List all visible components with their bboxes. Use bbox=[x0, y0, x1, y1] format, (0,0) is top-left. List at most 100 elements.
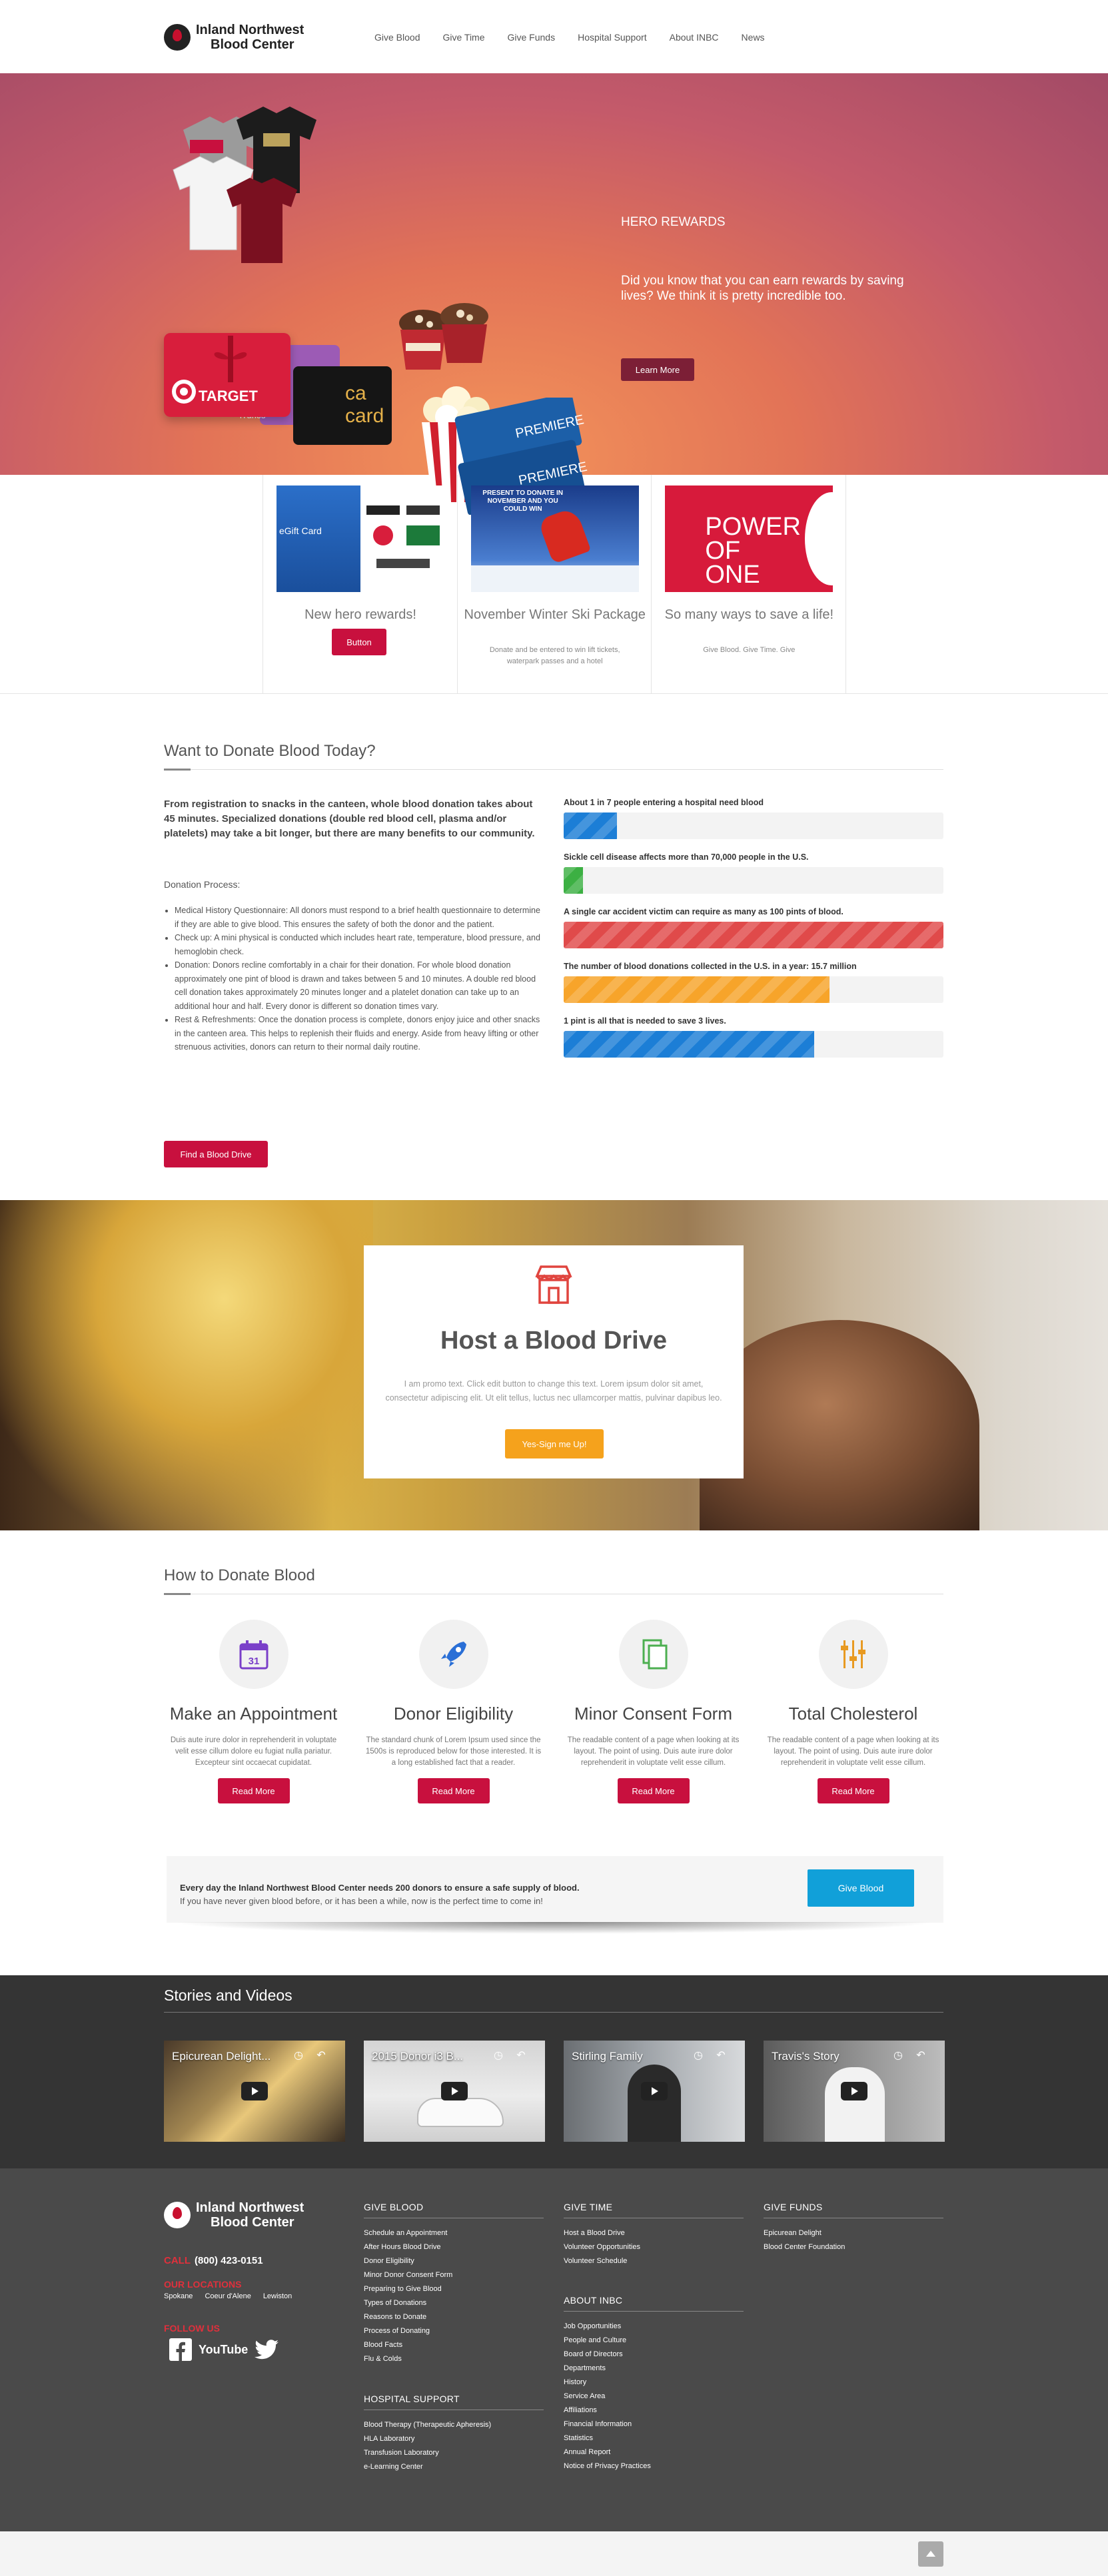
footer-link[interactable]: Service Area bbox=[564, 2390, 744, 2404]
footer-link[interactable]: Volunteer Opportunities bbox=[564, 2240, 744, 2254]
play-button-icon[interactable] bbox=[641, 2082, 668, 2100]
share-icon[interactable]: ↶ bbox=[914, 2049, 927, 2062]
footer-link[interactable]: Epicurean Delight bbox=[764, 2226, 943, 2240]
footer-link[interactable]: Flu & Colds bbox=[364, 2352, 544, 2366]
footer-link[interactable]: Blood Center Foundation bbox=[764, 2240, 943, 2254]
youtube-icon[interactable]: YouTube bbox=[199, 2343, 248, 2357]
share-icon[interactable]: ↶ bbox=[314, 2049, 328, 2062]
promo-title-power: So many ways to save a life! bbox=[664, 607, 834, 622]
progress-track bbox=[564, 812, 943, 839]
progress-fill bbox=[564, 1031, 815, 1058]
sign-me-up-button[interactable]: Yes-Sign me Up! bbox=[505, 1429, 604, 1458]
play-button-icon[interactable] bbox=[841, 2082, 867, 2100]
promo-ski-image[interactable]: PRESENT TO DONATE IN NOVEMBER AND YOU CO… bbox=[470, 485, 639, 592]
hero-title: HERO REWARDS bbox=[621, 215, 726, 229]
read-more-button[interactable]: Read More bbox=[817, 1778, 889, 1803]
location-link[interactable]: Lewiston bbox=[263, 2292, 292, 2300]
footer-link[interactable]: Blood Facts bbox=[364, 2338, 544, 2352]
card-label: ca card bbox=[345, 382, 384, 427]
location-link[interactable]: Spokane bbox=[164, 2292, 193, 2300]
footer-link[interactable]: Host a Blood Drive bbox=[564, 2226, 744, 2240]
site-logo[interactable]: Inland Northwest Blood Center bbox=[164, 23, 304, 52]
how-icon-circle bbox=[618, 1620, 688, 1689]
footer-link[interactable]: Reasons to Donate bbox=[364, 2310, 544, 2324]
promo-button[interactable]: Button bbox=[332, 629, 386, 655]
svg-text:31: 31 bbox=[248, 1656, 259, 1667]
nav-news[interactable]: News bbox=[742, 32, 765, 43]
nav-about-inbc[interactable]: About INBC bbox=[670, 32, 719, 43]
footer-col-give-time: GIVE TIME Host a Blood Drive Volunteer O… bbox=[564, 2202, 744, 2268]
footer-link[interactable]: Blood Therapy (Therapeutic Apheresis) bbox=[364, 2418, 544, 2432]
process-step: Rest & Refreshments: Once the donation p… bbox=[175, 1013, 542, 1054]
phone-number[interactable]: (800) 423-0151 bbox=[195, 2255, 263, 2266]
how-step-cholesterol: Total Cholesterol The readable content o… bbox=[758, 1620, 948, 1803]
promo-rewards-image[interactable]: eGift Card bbox=[277, 485, 444, 592]
read-more-button[interactable]: Read More bbox=[617, 1778, 690, 1803]
read-more-button[interactable]: Read More bbox=[217, 1778, 290, 1803]
footer-link[interactable]: People and Culture bbox=[564, 2334, 744, 2348]
site-footer: Inland Northwest Blood Center CALL (800) … bbox=[0, 2168, 1108, 2531]
footer-link[interactable]: Transfusion Laboratory bbox=[364, 2446, 544, 2460]
facebook-icon[interactable] bbox=[169, 2338, 192, 2361]
footer-link[interactable]: Volunteer Schedule bbox=[564, 2254, 744, 2268]
footer-link[interactable]: Statistics bbox=[564, 2431, 744, 2445]
video-card[interactable]: Stirling Family ◷ ↶ bbox=[564, 2041, 745, 2142]
twitter-icon[interactable] bbox=[255, 2340, 279, 2360]
play-button-icon[interactable] bbox=[441, 2082, 468, 2100]
footer-link[interactable]: Board of Directors bbox=[564, 2348, 744, 2362]
storefront-icon bbox=[535, 1265, 572, 1304]
footer-logo-line-1: Inland Northwest bbox=[196, 2200, 304, 2215]
find-blood-drive-button[interactable]: Find a Blood Drive bbox=[164, 1141, 268, 1167]
give-blood-button[interactable]: Give Blood bbox=[808, 1869, 914, 1907]
footer-link[interactable]: Departments bbox=[564, 2362, 744, 2376]
process-step: Medical History Questionnaire: All donor… bbox=[175, 904, 542, 931]
footer-link[interactable]: Schedule an Appointment bbox=[364, 2226, 544, 2240]
footer-link[interactable]: Notice of Privacy Practices bbox=[564, 2459, 744, 2473]
watch-later-icon[interactable]: ◷ bbox=[891, 2049, 905, 2062]
video-card[interactable]: Epicurean Delight... ◷ ↶ bbox=[164, 2041, 345, 2142]
logo-line-1: Inland Northwest bbox=[196, 23, 304, 37]
play-button-icon[interactable] bbox=[241, 2082, 268, 2100]
footer-link[interactable]: Preparing to Give Blood bbox=[364, 2282, 544, 2296]
how-icon-circle bbox=[418, 1620, 488, 1689]
how-step-appointment: 31 Make an Appointment Duis aute irure d… bbox=[159, 1620, 348, 1803]
watch-later-icon[interactable]: ◷ bbox=[492, 2049, 505, 2062]
footer-logo[interactable]: Inland Northwest Blood Center bbox=[164, 2200, 304, 2230]
nav-give-time[interactable]: Give Time bbox=[442, 32, 484, 43]
promo-power-image[interactable]: POWER OF ONE bbox=[665, 485, 833, 592]
footer-link[interactable]: Minor Donor Consent Form bbox=[364, 2268, 544, 2282]
watch-later-icon[interactable]: ◷ bbox=[692, 2049, 705, 2062]
footer-link[interactable]: Annual Report bbox=[564, 2445, 744, 2459]
footer-col-title: HOSPITAL SUPPORT bbox=[364, 2394, 544, 2410]
footer-link[interactable]: Process of Donating bbox=[364, 2324, 544, 2338]
footer-link[interactable]: e-Learning Center bbox=[364, 2460, 544, 2474]
how-step-title: Total Cholesterol bbox=[788, 1704, 918, 1724]
follow-label: FOLLOW US bbox=[164, 2323, 220, 2334]
blood-drop-logo-icon bbox=[164, 2202, 191, 2228]
footer-link[interactable]: Types of Donations bbox=[364, 2296, 544, 2310]
footer-link[interactable]: After Hours Blood Drive bbox=[364, 2240, 544, 2254]
video-card[interactable]: Travis's Story ◷ ↶ bbox=[764, 2041, 945, 2142]
footer-link[interactable]: History bbox=[564, 2376, 744, 2390]
how-step-text: The standard chunk of Lorem Ipsum used s… bbox=[365, 1736, 542, 1767]
share-icon[interactable]: ↶ bbox=[514, 2049, 528, 2062]
location-link[interactable]: Coeur d'Alene bbox=[205, 2292, 251, 2300]
video-card[interactable]: 2015 Donor i3 B... ◷ ↶ bbox=[364, 2041, 545, 2142]
footer-logo-line-2: Blood Center bbox=[211, 2215, 294, 2230]
scroll-to-top-icon[interactable] bbox=[918, 2541, 943, 2567]
share-icon[interactable]: ↶ bbox=[714, 2049, 728, 2062]
footer-link[interactable]: Affiliations bbox=[564, 2404, 744, 2417]
ribbon-bow-icon bbox=[214, 336, 247, 382]
calendar-icon: 31 bbox=[239, 1640, 268, 1670]
nav-give-blood[interactable]: Give Blood bbox=[374, 32, 420, 43]
learn-more-button[interactable]: Learn More bbox=[621, 358, 694, 381]
footer-link[interactable]: Donor Eligibility bbox=[364, 2254, 544, 2268]
nav-hospital-support[interactable]: Hospital Support bbox=[578, 32, 647, 43]
footer-link[interactable]: Financial Information bbox=[564, 2417, 744, 2431]
footer-link[interactable]: HLA Laboratory bbox=[364, 2432, 544, 2446]
main-nav: Give Blood Give Time Give Funds Hospital… bbox=[374, 32, 788, 43]
watch-later-icon[interactable]: ◷ bbox=[292, 2049, 305, 2062]
read-more-button[interactable]: Read More bbox=[417, 1778, 490, 1803]
footer-link[interactable]: Job Opportunities bbox=[564, 2320, 744, 2334]
nav-give-funds[interactable]: Give Funds bbox=[508, 32, 556, 43]
